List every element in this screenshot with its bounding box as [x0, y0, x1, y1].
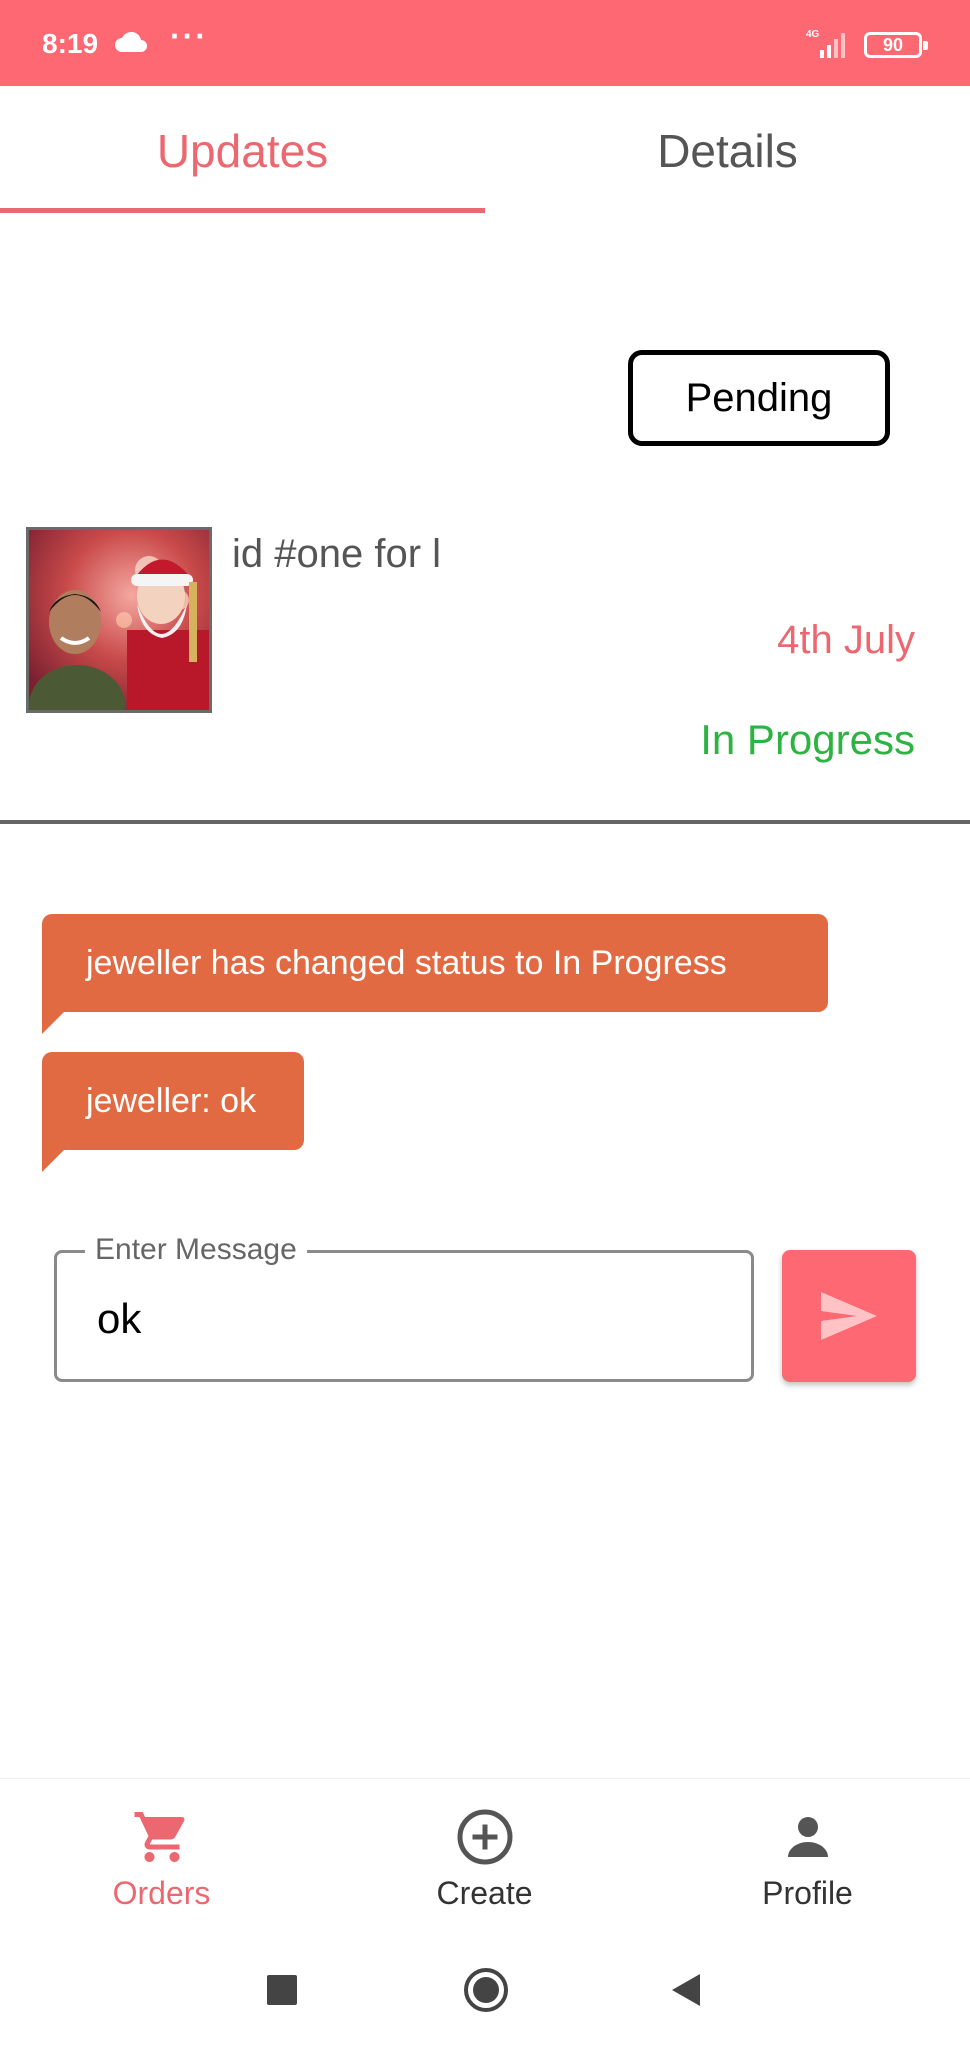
order-progress-status: In Progress [700, 716, 915, 763]
system-nav-bar [0, 1930, 970, 2048]
back-icon[interactable] [656, 1960, 716, 2020]
add-circle-icon [457, 1809, 512, 1865]
message-input[interactable] [97, 1289, 717, 1349]
nav-orders-label: Orders [112, 1875, 211, 1911]
pending-status-button[interactable]: Pending [628, 350, 890, 446]
message-bubble: jeweller has changed status to In Progre… [42, 914, 828, 1034]
order-title: id #one for l [232, 532, 442, 576]
message-bubble: jeweller: ok [42, 1052, 304, 1172]
order-photo [29, 530, 209, 710]
cart-icon [134, 1812, 185, 1862]
battery-level: 90 [882, 35, 904, 55]
message-text: jeweller: ok [86, 1081, 257, 1120]
tab-bar: Updates Details [0, 86, 970, 216]
cloud-icon [115, 31, 147, 52]
message-field-label: Enter Message [85, 1233, 307, 1267]
status-bar: 8:19 ··· 4G 90 [0, 0, 970, 86]
tab-updates[interactable]: Updates [0, 86, 485, 216]
home-icon[interactable] [456, 1960, 516, 2020]
nav-profile[interactable]: Profile [646, 1779, 969, 1931]
battery-icon: 90 [864, 32, 928, 58]
network-label: 4G [806, 29, 820, 40]
active-tab-indicator [0, 208, 485, 213]
status-more-dots: ··· [170, 18, 208, 54]
recents-icon[interactable] [252, 1960, 312, 2020]
send-button[interactable] [782, 1250, 916, 1382]
nav-create-label: Create [436, 1875, 533, 1911]
nav-create[interactable]: Create [323, 1779, 646, 1931]
tab-details[interactable]: Details [485, 86, 970, 216]
send-icon [821, 1292, 877, 1340]
order-date: 4th July [777, 618, 915, 662]
order-image [26, 527, 212, 713]
nav-profile-label: Profile [762, 1875, 853, 1911]
divider [0, 820, 970, 824]
bottom-nav: Orders Create Profile [0, 1778, 970, 1930]
signal-icon: 4G [806, 29, 845, 58]
message-text: jeweller has changed status to In Progre… [86, 943, 727, 982]
nav-orders[interactable]: Orders [0, 1779, 323, 1931]
status-time: 8:19 [42, 28, 99, 59]
message-field[interactable]: Enter Message [54, 1233, 754, 1382]
person-icon [787, 1817, 828, 1857]
